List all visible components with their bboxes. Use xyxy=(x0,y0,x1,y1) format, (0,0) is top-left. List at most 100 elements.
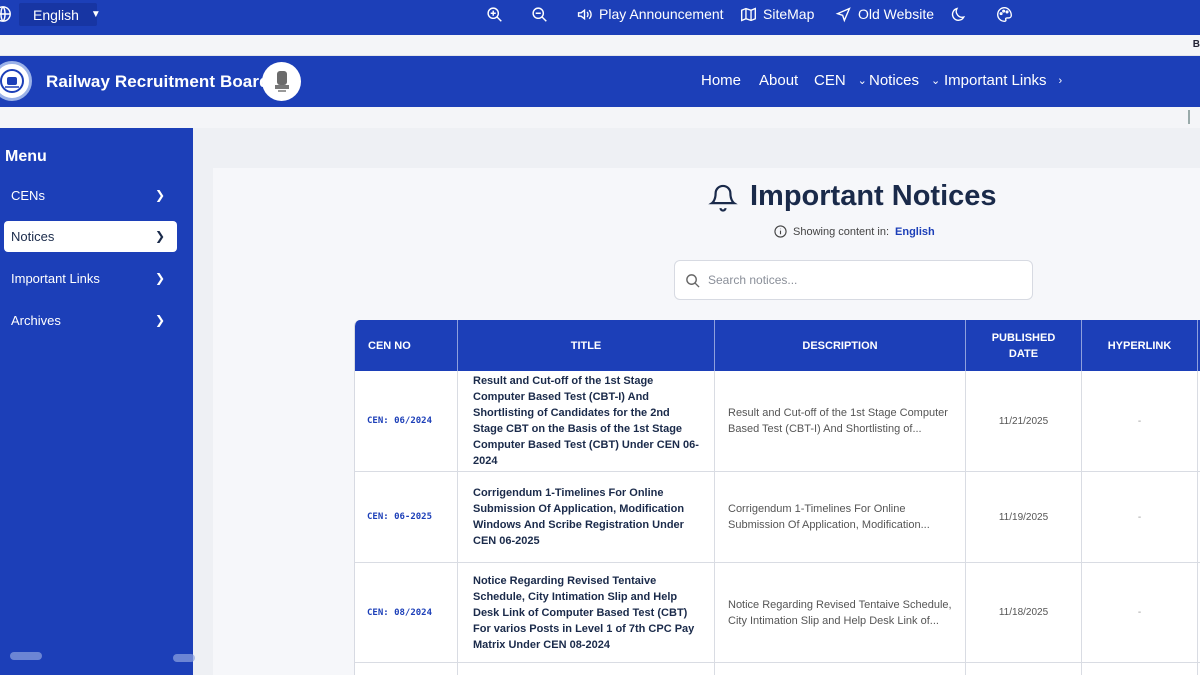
search-icon xyxy=(686,273,700,288)
navigation-arrow-icon xyxy=(835,6,851,22)
table-cell xyxy=(966,663,1082,675)
cen-number-link[interactable]: CEN: 06/2024 xyxy=(355,371,458,471)
sidebar-item-label: Archives xyxy=(11,313,61,328)
sidebar-item-label: Important Links xyxy=(11,271,100,286)
notices-table: CEN NO TITLE DESCRIPTION PUBLISHED DATE … xyxy=(354,320,1200,675)
search-input[interactable] xyxy=(708,273,1008,287)
sitemap-link[interactable]: SiteMap xyxy=(740,4,814,24)
announcement-ticker: B xyxy=(0,35,1200,56)
decorative-cloud xyxy=(10,652,42,660)
top-utility-bar: English ▼ Play Announcement SiteMap Old … xyxy=(0,0,1200,35)
scroll-indicator xyxy=(1188,110,1190,124)
chevron-right-icon: ❯ xyxy=(154,188,165,202)
column-header-title[interactable]: TITLE xyxy=(458,320,715,371)
decorative-cloud xyxy=(173,654,195,662)
chevron-right-icon: ❯ xyxy=(154,271,165,285)
sidebar: Menu CENs ❯ Notices ❯ Important Links ❯ … xyxy=(0,128,195,675)
sidebar-title: Menu xyxy=(5,148,47,165)
nav-cen[interactable]: CEN ⌄ xyxy=(814,72,867,89)
table-cell xyxy=(715,663,966,675)
notice-description: Result and Cut-off of the 1st Stage Comp… xyxy=(715,371,966,471)
railway-emblem-icon xyxy=(0,69,24,93)
chevron-right-icon: › xyxy=(1058,74,1063,87)
nav-home-label: Home xyxy=(701,72,742,89)
table-row[interactable]: CEN: 06-2025 Corrigendum 1-Timelines For… xyxy=(355,472,1200,563)
info-icon xyxy=(774,225,787,238)
nav-important-links[interactable]: Important Links › xyxy=(944,72,1062,89)
column-header-hyperlink[interactable]: HYPERLINK xyxy=(1082,320,1198,371)
moon-icon xyxy=(951,6,966,21)
notice-title: Result and Cut-off of the 1st Stage Comp… xyxy=(458,371,715,471)
table-cell xyxy=(355,663,458,675)
content-language-value: English xyxy=(895,225,935,238)
nav-home[interactable]: Home xyxy=(701,72,741,89)
nav-important-links-label: Important Links xyxy=(944,72,1047,89)
table-row[interactable] xyxy=(355,663,1200,675)
play-announcement-label: Play Announcement xyxy=(599,6,724,22)
national-emblem xyxy=(262,62,301,101)
table-cell xyxy=(458,663,715,675)
speaker-icon xyxy=(577,8,592,20)
nav-notices[interactable]: Notices ⌄ xyxy=(869,72,940,89)
published-date: 11/18/2025 xyxy=(966,563,1082,662)
zoom-in-icon xyxy=(487,6,502,22)
play-announcement-button[interactable]: Play Announcement xyxy=(576,4,724,24)
nav-about[interactable]: About xyxy=(759,72,798,89)
zoom-out-icon xyxy=(532,6,547,22)
chevron-down-icon: ▼ xyxy=(90,9,101,20)
header-substrip xyxy=(0,107,1200,128)
color-palette-button[interactable] xyxy=(996,4,1013,24)
chevron-down-icon: ⌄ xyxy=(931,75,941,87)
nav-about-label: About xyxy=(759,72,799,89)
search-box[interactable] xyxy=(674,260,1033,300)
emblem-icon xyxy=(274,70,289,92)
sidebar-item-archives[interactable]: Archives ❯ xyxy=(4,305,177,336)
railway-logo[interactable] xyxy=(0,61,32,101)
column-header-published-date[interactable]: PUBLISHED DATE xyxy=(966,320,1082,371)
zoom-in-button[interactable] xyxy=(486,4,503,24)
sidebar-item-important-links[interactable]: Important Links ❯ xyxy=(4,263,177,294)
column-header-cen-no[interactable]: CEN NO xyxy=(355,320,458,371)
globe-icon[interactable] xyxy=(0,5,12,23)
table-row[interactable]: CEN: 06/2024 Result and Cut-off of the 1… xyxy=(355,371,1200,472)
notice-title: Corrigendum 1-Timelines For Online Submi… xyxy=(458,472,715,562)
page-header: Important Notices xyxy=(708,180,997,213)
notice-description: Notice Regarding Revised Tentaive Schedu… xyxy=(715,563,966,662)
sidebar-item-label: Notices xyxy=(11,229,55,244)
chevron-right-icon: ❯ xyxy=(154,229,165,243)
table-header: CEN NO TITLE DESCRIPTION PUBLISHED DATE … xyxy=(355,320,1200,371)
nav-notices-label: Notices xyxy=(869,72,920,89)
old-website-link[interactable]: Old Website xyxy=(835,4,934,24)
map-icon xyxy=(741,7,756,21)
site-header: Railway Recruitment Board Home About CEN… xyxy=(0,56,1200,107)
bell-icon xyxy=(708,184,738,212)
content-language-info: Showing content in: English xyxy=(774,225,935,238)
sidebar-item-label: CENs xyxy=(11,188,45,203)
hyperlink-cell: - xyxy=(1082,472,1198,562)
published-date: 11/21/2025 xyxy=(966,371,1082,471)
sidebar-item-cens[interactable]: CENs ❯ xyxy=(4,180,177,211)
chevron-right-icon: ❯ xyxy=(154,313,165,327)
sidebar-item-notices[interactable]: Notices ❯ xyxy=(4,221,177,252)
chevron-down-icon: ⌄ xyxy=(857,75,867,87)
hyperlink-cell: - xyxy=(1082,371,1198,471)
published-date: 11/19/2025 xyxy=(966,472,1082,562)
theme-toggle-button[interactable] xyxy=(951,4,968,24)
column-header-description[interactable]: DESCRIPTION xyxy=(715,320,966,371)
cen-number-link[interactable]: CEN: 06-2025 xyxy=(355,472,458,562)
ticker-text: B xyxy=(1192,39,1200,50)
content-language-label: Showing content in: xyxy=(793,225,890,238)
cen-number-link[interactable]: CEN: 08/2024 xyxy=(355,563,458,662)
notice-title: Notice Regarding Revised Tentaive Schedu… xyxy=(458,563,715,662)
notice-description: Corrigendum 1-Timelines For Online Submi… xyxy=(715,472,966,562)
language-select[interactable]: English ▼ xyxy=(19,3,101,26)
table-cell xyxy=(1082,663,1198,675)
table-row[interactable]: CEN: 08/2024 Notice Regarding Revised Te… xyxy=(355,563,1200,663)
palette-icon xyxy=(997,6,1012,22)
old-website-label: Old Website xyxy=(858,6,934,22)
language-select-value: English xyxy=(33,6,79,23)
hyperlink-cell: - xyxy=(1082,563,1198,662)
site-brand[interactable]: Railway Recruitment Board xyxy=(46,72,270,92)
zoom-out-button[interactable] xyxy=(531,4,548,24)
sitemap-label: SiteMap xyxy=(763,6,815,22)
